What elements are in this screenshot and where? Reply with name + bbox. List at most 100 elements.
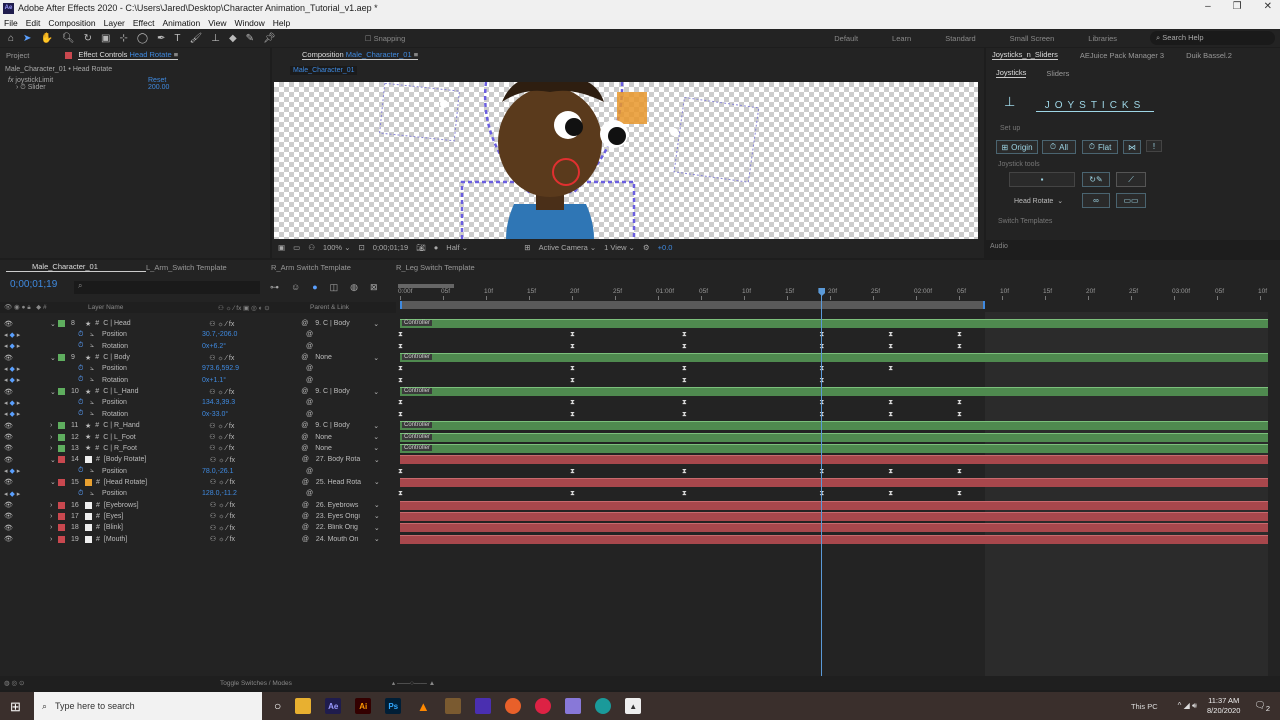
chevron-down-icon[interactable]: ⌄ xyxy=(373,433,379,441)
comp-timecode[interactable]: 0;00;01;19 xyxy=(373,243,408,252)
zoom-select[interactable]: 100% ⌄ xyxy=(323,243,351,252)
pickwhip-icon[interactable]: @ xyxy=(302,536,316,543)
label-color-swatch[interactable] xyxy=(58,512,65,520)
keyframe[interactable]: ⧗ xyxy=(888,365,893,372)
label-color-swatch[interactable] xyxy=(58,433,65,441)
visibility-eye-icon[interactable]: 👁︎ xyxy=(0,354,50,362)
pickwhip-icon[interactable]: @ xyxy=(306,468,313,475)
graph-icon[interactable]: ⦣ xyxy=(90,331,102,339)
col-layer-name[interactable]: Layer Name xyxy=(88,304,218,311)
property-row[interactable]: ◂ ◆ ▸ ⏱ ⦣ Rotation 0x-33.0° @ xyxy=(0,409,396,420)
layer-duration-bar[interactable]: Controller xyxy=(400,353,1268,363)
keyframe-nav[interactable]: ◂ ◆ ▸ xyxy=(0,410,78,418)
layer-name[interactable]: C | Head xyxy=(103,320,209,327)
keyframe[interactable]: ⧗ xyxy=(888,411,893,418)
app-icon-9[interactable] xyxy=(535,698,552,714)
workspace-default[interactable]: Default xyxy=(834,34,858,43)
target-select[interactable]: Head Rotate ⌄ xyxy=(1014,197,1063,205)
keyframe[interactable]: ⧗ xyxy=(957,411,962,418)
layer-switches[interactable]: ⚇ ☼ ⁄ fx xyxy=(210,456,302,464)
chevron-down-icon[interactable]: ⌄ xyxy=(374,501,380,509)
menu-layer[interactable]: Layer xyxy=(104,18,125,28)
timeline-tab-2[interactable]: R_Arm Switch Template xyxy=(271,263,396,272)
menu-animation[interactable]: Animation xyxy=(162,18,200,28)
menu-help[interactable]: Help xyxy=(273,18,290,28)
property-value[interactable]: 134.3,39.3 xyxy=(202,399,306,406)
keyframe[interactable]: ⧗ xyxy=(398,365,403,372)
search-help-input[interactable]: ⌕ Search Help xyxy=(1150,31,1275,45)
keyframe[interactable]: ⧗ xyxy=(570,468,575,475)
visibility-eye-icon[interactable]: 👁︎ xyxy=(0,433,50,441)
keyframe[interactable]: ⧗ xyxy=(682,377,687,384)
parent-select[interactable]: 9. C | Body xyxy=(315,320,373,327)
keyframe[interactable]: ⧗ xyxy=(957,490,962,497)
chevron-down-icon[interactable]: ⌄ xyxy=(374,524,380,532)
info-icon[interactable]: ! xyxy=(1146,140,1162,152)
pickwhip-icon[interactable]: @ xyxy=(306,331,313,338)
tray-icons[interactable]: ^ ◢ 🔊︎ xyxy=(1178,701,1197,711)
puppet-pin-icon[interactable]: 📌︎ xyxy=(263,33,276,44)
visibility-eye-icon[interactable]: 👁︎ xyxy=(0,444,50,452)
origin-button[interactable]: ⊞ Origin xyxy=(996,140,1038,154)
playhead[interactable] xyxy=(821,288,823,688)
home-icon[interactable]: ⌂ xyxy=(8,33,14,44)
layer-switches[interactable]: ⚇ ☼ ⁄ fx xyxy=(210,535,302,543)
parent-select[interactable]: 24. Mouth Ori xyxy=(316,536,374,543)
expand-arrow-icon[interactable]: › xyxy=(50,513,58,520)
pickwhip-icon[interactable]: @ xyxy=(306,490,313,497)
keyframe[interactable]: ⧗ xyxy=(570,399,575,406)
color-icon[interactable]: ● xyxy=(434,243,439,252)
keyframe[interactable]: ⧗ xyxy=(570,331,575,338)
pickwhip-icon[interactable]: @ xyxy=(302,524,316,531)
layer-row[interactable]: 👁︎ › 11 ★ # C | R_Hand ⚇ ☼ ⁄ fx @9. C | Body ⌄ xyxy=(0,420,396,431)
close-icon[interactable]: ✕ xyxy=(1264,1,1272,12)
view-options-icon[interactable]: ⚙ xyxy=(643,243,650,252)
label-color-swatch[interactable] xyxy=(58,535,65,543)
layer-switches[interactable]: ⚇ ☼ ⁄ fx xyxy=(210,524,302,532)
visibility-eye-icon[interactable]: 👁︎ xyxy=(0,422,50,430)
expand-arrow-icon[interactable]: › xyxy=(50,434,58,441)
keyframe[interactable]: ⧗ xyxy=(398,377,403,384)
pickwhip-icon[interactable]: @ xyxy=(301,422,315,429)
keyframe[interactable]: ⧗ xyxy=(682,411,687,418)
pickwhip-icon[interactable]: @ xyxy=(302,502,316,509)
keyframe-nav[interactable]: ◂ ◆ ▸ xyxy=(0,365,78,373)
layer-row[interactable]: 👁︎ › 16 # [Eyebrows] ⚇ ☼ ⁄ fx @26. Eyebrows ⌄ xyxy=(0,500,396,511)
zoom-tool-icon[interactable]: 🔍︎ xyxy=(62,33,75,44)
graph-icon[interactable]: ⦣ xyxy=(90,376,102,384)
slider-value[interactable]: 200.00 xyxy=(148,84,169,92)
property-value[interactable]: 30.7,-206.0 xyxy=(202,331,306,338)
visibility-eye-icon[interactable]: 👁︎ xyxy=(0,501,50,509)
keyframe-nav[interactable]: ◂ ◆ ▸ xyxy=(0,399,78,407)
label-color-swatch[interactable] xyxy=(58,320,65,327)
app-icon-6[interactable] xyxy=(445,698,462,714)
property-row[interactable]: ◂ ◆ ▸ ⏱ ⦣ Rotation 0x+1.1° @ xyxy=(0,375,396,386)
visibility-eye-icon[interactable]: 👁︎ xyxy=(0,478,50,486)
chevron-down-icon[interactable]: ⌄ xyxy=(373,388,379,396)
exposure-value[interactable]: +0.0 xyxy=(658,243,673,252)
maximize-icon[interactable]: ❐ xyxy=(1233,1,1242,12)
parent-select[interactable]: 9. C | Body xyxy=(315,422,373,429)
layer-row[interactable]: 👁︎ › 13 ★ # C | R_Foot ⚇ ☼ ⁄ fx @ None ⌄ xyxy=(0,443,396,454)
parent-select[interactable]: 27. Body Rota xyxy=(316,456,374,463)
pickwhip-icon[interactable]: @ xyxy=(302,456,316,463)
footer-icons[interactable]: ◍ ◎ ⊙ xyxy=(0,679,220,687)
keyframe[interactable]: ⧗ xyxy=(888,490,893,497)
keyframe[interactable]: ⧗ xyxy=(398,468,403,475)
pickwhip-icon[interactable]: @ xyxy=(306,365,313,372)
reset-link[interactable]: Reset xyxy=(148,77,166,84)
layer-row[interactable]: 👁︎ ⌄ 10 ★ # C | L_Hand ⚇ ☼ ⁄ fx @9. C | Body ⌄ xyxy=(0,386,396,397)
timeline-tab-3[interactable]: R_Leg Switch Template xyxy=(396,263,521,272)
layer-name[interactable]: C | Body xyxy=(103,354,209,361)
pickwhip-icon[interactable]: @ xyxy=(301,445,315,452)
stopwatch-icon[interactable]: ⏱ xyxy=(78,410,90,418)
keyframe-nav[interactable]: ◂ ◆ ▸ xyxy=(0,342,78,350)
shy-icon[interactable]: ☺ xyxy=(291,282,300,293)
right-tab-2[interactable]: Duik Bassel.2 xyxy=(1186,51,1232,60)
views-select[interactable]: 1 View ⌄ xyxy=(604,243,635,252)
stopwatch-icon[interactable]: ⏱ xyxy=(78,399,90,407)
property-row[interactable]: ◂ ◆ ▸ ⏱ ⦣ Rotation 0x+6.2° @ xyxy=(0,341,396,352)
layer-switches[interactable]: ⚇ ☼ ⁄ fx xyxy=(210,501,302,509)
snapping-checkbox[interactable]: ☐ Snapping xyxy=(365,34,406,43)
layer-name[interactable]: [Eyebrows] xyxy=(104,502,210,509)
